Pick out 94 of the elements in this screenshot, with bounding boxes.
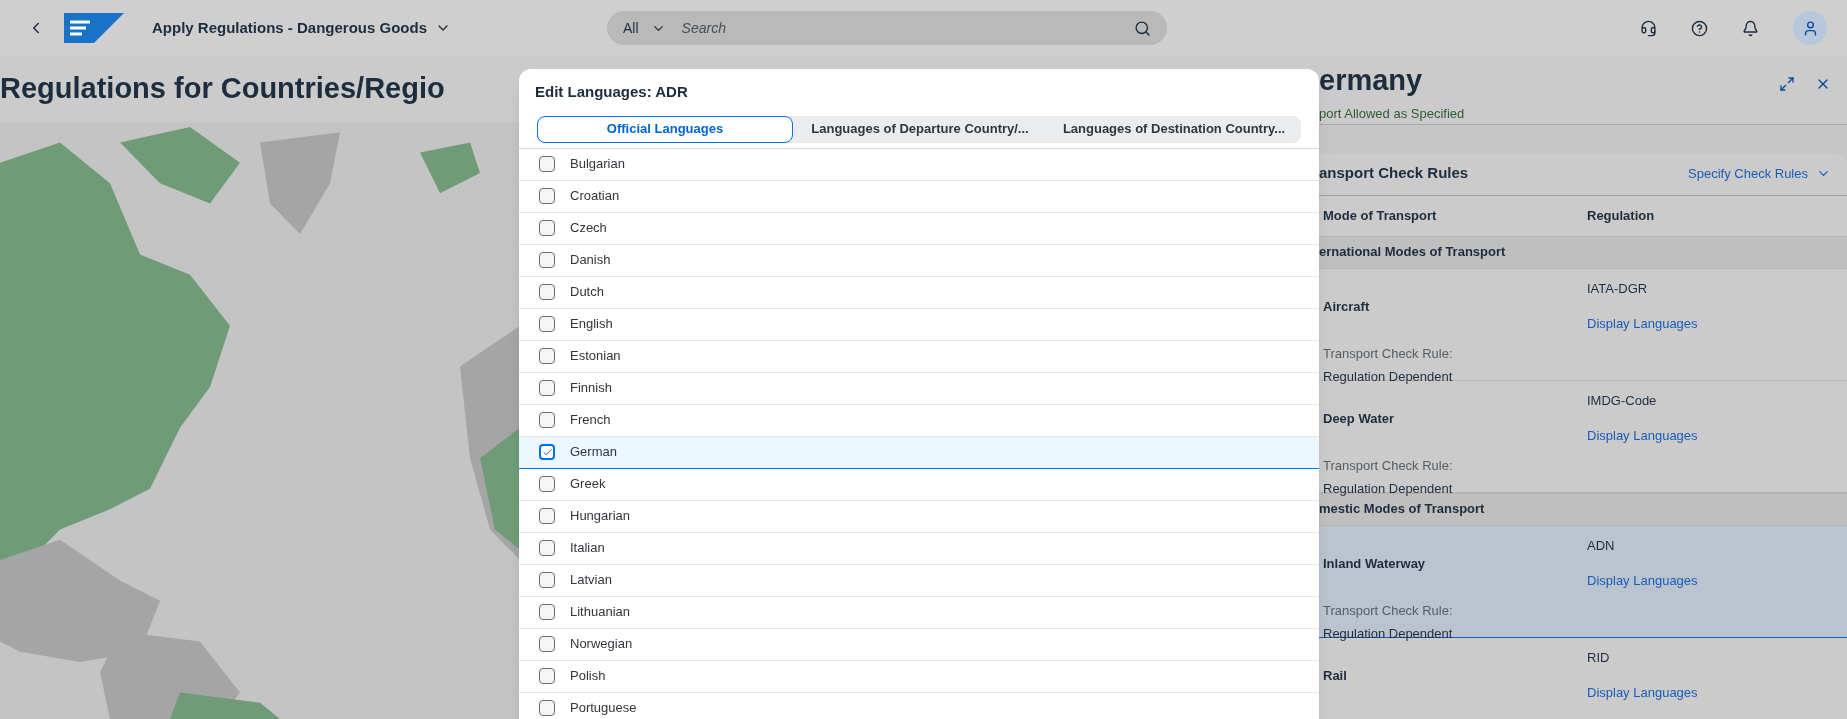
checkbox[interactable] bbox=[539, 412, 555, 428]
mode-text: Deep Water bbox=[1323, 409, 1396, 428]
checkbox[interactable] bbox=[539, 284, 555, 300]
checkbox[interactable] bbox=[539, 476, 555, 492]
help-icon[interactable] bbox=[1691, 19, 1708, 37]
language-label: Greek bbox=[570, 475, 606, 494]
section-title: ansport Check Rules bbox=[1319, 163, 1469, 184]
tab[interactable]: Languages of Departure Country/... bbox=[793, 115, 1047, 143]
logo-icon bbox=[64, 13, 124, 43]
language-row[interactable]: Croatian bbox=[519, 180, 1319, 213]
checkbox[interactable] bbox=[539, 636, 555, 652]
checkbox[interactable] bbox=[539, 444, 555, 460]
language-label: Bulgarian bbox=[570, 155, 625, 174]
language-label: Polish bbox=[570, 667, 606, 686]
rule-label: Transport Check Rule: bbox=[1323, 345, 1454, 363]
language-row[interactable]: English bbox=[519, 308, 1319, 341]
language-row[interactable]: Dutch bbox=[519, 276, 1319, 309]
page-title: Regulations for Countries/Regio bbox=[0, 71, 445, 107]
language-label: English bbox=[570, 315, 613, 334]
language-label: Danish bbox=[570, 251, 611, 270]
language-label: Italian bbox=[570, 539, 605, 558]
language-row[interactable]: Finnish bbox=[519, 372, 1319, 405]
search-input[interactable]: Search bbox=[681, 17, 1135, 39]
mode-text: Inland Waterway bbox=[1323, 554, 1427, 573]
check-icon bbox=[541, 446, 553, 458]
column-header: Mode of Transport bbox=[1322, 206, 1438, 225]
display-languages-link[interactable]: Display Languages bbox=[1587, 571, 1698, 591]
avatar[interactable] bbox=[1793, 11, 1827, 45]
language-label: Hungarian bbox=[570, 507, 630, 526]
checkbox[interactable] bbox=[539, 380, 555, 396]
checkbox[interactable] bbox=[539, 188, 555, 204]
checkbox[interactable] bbox=[539, 668, 555, 684]
language-label: Latvian bbox=[570, 571, 612, 590]
language-row[interactable]: Italian bbox=[519, 532, 1319, 565]
display-languages-link[interactable]: Display Languages bbox=[1587, 683, 1698, 703]
tab[interactable]: Official Languages bbox=[537, 115, 793, 143]
group-title: mestic Modes of Transport bbox=[1319, 500, 1485, 519]
language-label: Lithuanian bbox=[570, 603, 630, 622]
language-row[interactable]: Greek bbox=[519, 468, 1319, 501]
language-row[interactable]: French bbox=[519, 404, 1319, 437]
regulation-text: ADN bbox=[1587, 536, 1616, 555]
status-text: port Allowed as Specified bbox=[1319, 105, 1466, 123]
checkbox[interactable] bbox=[539, 156, 555, 172]
language-row[interactable]: Polish bbox=[519, 660, 1319, 693]
language-row[interactable]: Portuguese bbox=[519, 692, 1319, 719]
language-label: French bbox=[570, 411, 611, 430]
language-label: Portuguese bbox=[570, 699, 637, 718]
checkbox[interactable] bbox=[539, 220, 555, 236]
checkbox[interactable] bbox=[539, 604, 555, 620]
language-label: Norwegian bbox=[570, 635, 633, 654]
search-field[interactable]: All Search bbox=[607, 11, 1168, 45]
language-label: Finnish bbox=[570, 379, 612, 398]
language-row[interactable]: Latvian bbox=[519, 564, 1319, 597]
language-row[interactable]: Danish bbox=[519, 244, 1319, 277]
search-scope[interactable]: All bbox=[623, 17, 682, 39]
fullscreen-icon[interactable] bbox=[1779, 76, 1795, 92]
dialog-title: Edit Languages: ADR bbox=[535, 82, 689, 102]
checkbox[interactable] bbox=[539, 316, 555, 332]
tab[interactable]: Languages of Destination Country... bbox=[1047, 115, 1301, 143]
language-label: Dutch bbox=[570, 283, 604, 302]
checkbox[interactable] bbox=[539, 572, 555, 588]
mode-text: Rail bbox=[1323, 666, 1348, 685]
language-label: German bbox=[570, 443, 617, 462]
language-label: Estonian bbox=[570, 347, 621, 366]
language-row[interactable]: German bbox=[519, 436, 1319, 469]
regulation-text: IATA-DGR bbox=[1587, 279, 1649, 298]
mode-text: Aircraft bbox=[1323, 297, 1371, 316]
bell-icon[interactable] bbox=[1742, 19, 1759, 37]
checkbox[interactable] bbox=[539, 700, 555, 716]
language-row[interactable]: Hungarian bbox=[519, 500, 1319, 533]
language-label: Czech bbox=[570, 219, 607, 238]
group-title: ernational Modes of Transport bbox=[1319, 243, 1506, 262]
language-row[interactable]: Norwegian bbox=[519, 628, 1319, 661]
display-languages-link[interactable]: Display Languages bbox=[1587, 314, 1698, 334]
language-row[interactable]: Bulgarian bbox=[519, 148, 1319, 181]
specify-rules-button[interactable]: Specify Check Rules bbox=[1688, 163, 1831, 184]
checkbox[interactable] bbox=[539, 508, 555, 524]
language-label: Croatian bbox=[570, 187, 620, 206]
language-row[interactable]: Czech bbox=[519, 212, 1319, 245]
search-icon bbox=[1134, 19, 1152, 37]
country-title: ermany bbox=[1319, 63, 1424, 98]
regulation-text: IMDG-Code bbox=[1587, 391, 1658, 410]
rule-label: Transport Check Rule: bbox=[1323, 602, 1454, 620]
checkbox[interactable] bbox=[539, 540, 555, 556]
display-languages-link[interactable]: Display Languages bbox=[1587, 426, 1698, 446]
language-row[interactable]: Estonian bbox=[519, 340, 1319, 373]
app-title-menu[interactable]: Apply Regulations - Dangerous Goods bbox=[152, 16, 452, 40]
language-row[interactable]: Lithuanian bbox=[519, 596, 1319, 629]
checkbox[interactable] bbox=[539, 252, 555, 268]
checkbox[interactable] bbox=[539, 348, 555, 364]
headset-icon[interactable] bbox=[1640, 19, 1657, 37]
regulation-text: RID bbox=[1587, 648, 1611, 667]
column-header: Regulation bbox=[1587, 206, 1655, 225]
rule-label: Transport Check Rule: bbox=[1323, 457, 1454, 475]
